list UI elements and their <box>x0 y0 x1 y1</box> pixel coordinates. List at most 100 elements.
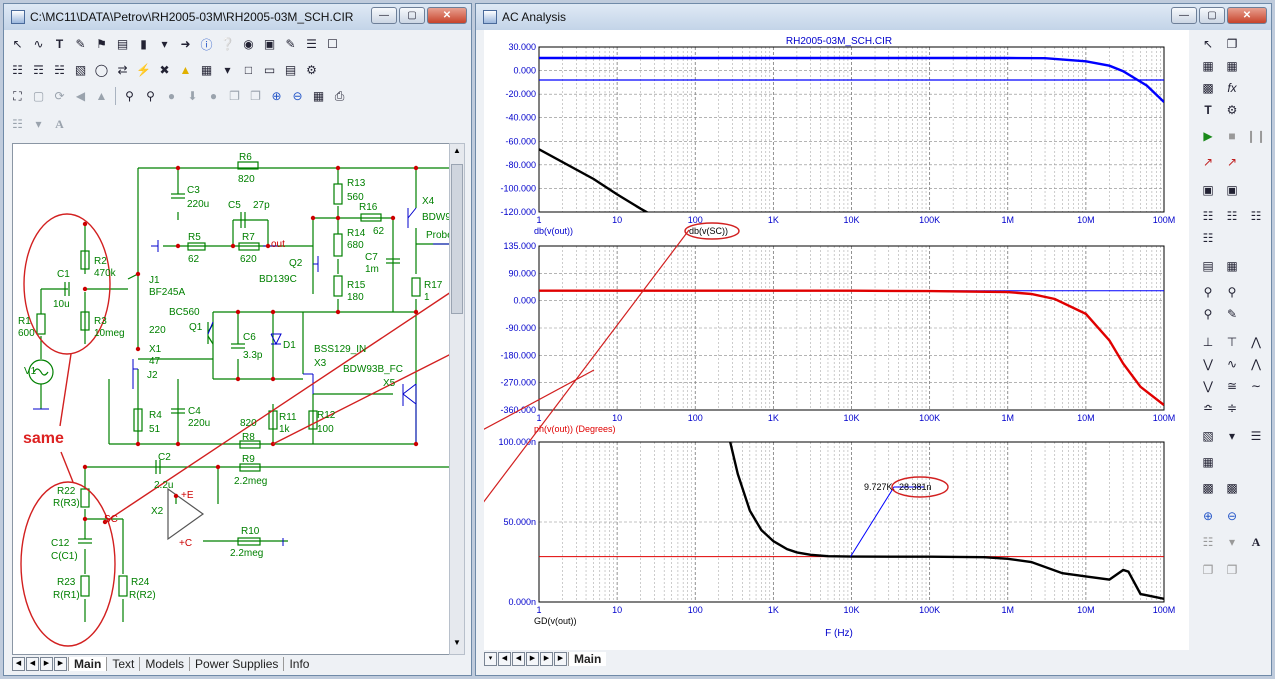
calendar-icon[interactable]: ▦ <box>1197 452 1219 472</box>
pause-icon[interactable]: ❙❙ <box>1245 126 1267 146</box>
slope-icon[interactable]: ≏ <box>1197 398 1219 418</box>
prev-page-icon[interactable]: ◀ <box>512 652 525 666</box>
box-2-icon[interactable]: ▣ <box>1221 180 1243 200</box>
component-icon[interactable]: ▮ <box>134 35 153 54</box>
fit-2-icon[interactable]: ▩ <box>1221 478 1243 498</box>
valley-icon[interactable]: ⊤ <box>1221 332 1243 352</box>
pen-icon[interactable]: ✎ <box>71 35 90 54</box>
select-arrow-icon[interactable]: ↖ <box>8 35 27 54</box>
properties-icon[interactable]: ⚙ <box>1221 100 1243 120</box>
bus-icon[interactable]: ▤ <box>113 35 132 54</box>
dropdown-icon[interactable]: ▾ <box>1221 426 1243 446</box>
graph-alt-icon[interactable]: ▦ <box>1221 56 1243 76</box>
tab-text[interactable]: Text <box>106 657 139 671</box>
zoom-3-icon[interactable]: ⚲ <box>1197 304 1219 324</box>
edit-icon[interactable]: ✎ <box>281 35 300 54</box>
tab-models[interactable]: Models <box>139 657 189 671</box>
close-button[interactable]: ✕ <box>427 7 467 24</box>
stop-icon[interactable]: ● <box>204 87 223 106</box>
scale-y-icon[interactable]: ▦ <box>1221 256 1243 276</box>
schematic-vertical-scrollbar[interactable]: ▲ ▼ <box>449 143 465 655</box>
window-icon[interactable]: ▤ <box>281 61 300 80</box>
analysis-vertical-scrollbar[interactable] <box>1255 620 1271 650</box>
minimize-button[interactable]: — <box>371 7 397 24</box>
zoom-in-icon[interactable]: ⊕ <box>267 87 286 106</box>
schematic-titlebar[interactable]: C:\MC11\DATA\Petrov\RH2005-03M\RH2005-03… <box>4 4 471 30</box>
rotate-icon[interactable]: ⟳ <box>50 87 69 106</box>
flag-icon[interactable]: ⚑ <box>92 35 111 54</box>
analysis-titlebar[interactable]: AC Analysis — ▢ ✕ <box>476 4 1271 30</box>
zoom-icon[interactable]: ⚲ <box>1197 282 1219 302</box>
prev-page-icon[interactable]: ◀ <box>26 657 39 671</box>
flip-x-icon[interactable]: ◀ <box>71 87 90 106</box>
find-next-icon[interactable]: ⚲ <box>141 87 160 106</box>
inflection-icon[interactable]: ∿ <box>1221 354 1243 374</box>
grid-icon[interactable]: ☷ <box>1197 206 1219 226</box>
cursor-icon[interactable]: ↗ <box>1197 152 1219 172</box>
paste-icon[interactable]: ❐ <box>246 87 265 106</box>
scroll-thumb[interactable] <box>451 164 463 314</box>
last-page-icon[interactable]: ▶ <box>540 652 553 666</box>
zoom-out-icon[interactable]: ⊖ <box>1221 506 1243 526</box>
box-icon[interactable]: ▢ <box>29 87 48 106</box>
grid-dots-icon[interactable]: ☷ <box>8 115 27 134</box>
bottom-icon[interactable]: ∼ <box>1245 376 1267 396</box>
fx-icon[interactable]: fx <box>1221 78 1243 98</box>
first-page-icon[interactable]: ◀ <box>12 657 25 671</box>
end-page-icon[interactable]: ▶ <box>554 652 567 666</box>
fit-icon[interactable]: ▩ <box>1197 478 1219 498</box>
down-icon[interactable]: ⬇ <box>183 87 202 106</box>
doc-icon[interactable]: ▭ <box>260 61 279 80</box>
settings-icon[interactable]: ⚙ <box>302 61 321 80</box>
grid-2-icon[interactable]: ☷ <box>1221 206 1243 226</box>
dropdown-2-icon[interactable]: ▾ <box>1221 532 1243 552</box>
next-page-icon[interactable]: ▶ <box>40 657 53 671</box>
font-icon[interactable]: A <box>1245 532 1267 552</box>
grid-4-icon[interactable]: ☷ <box>1197 228 1219 248</box>
last-page-icon[interactable]: ▶ <box>54 657 67 671</box>
paste-icon[interactable]: ❐ <box>1221 560 1243 580</box>
clipboard-icon[interactable]: ▧ <box>1197 426 1219 446</box>
global-low-icon[interactable]: ⋁ <box>1197 376 1219 396</box>
restore-button[interactable]: ▢ <box>1199 7 1225 24</box>
stop-icon[interactable]: ■ <box>1221 126 1243 146</box>
view-icon[interactable]: ◉ <box>239 35 258 54</box>
peak-icon[interactable]: ⊥ <box>1197 332 1219 352</box>
grid-3-icon[interactable]: ☷ <box>1245 206 1267 226</box>
box-icon[interactable]: ▣ <box>1197 180 1219 200</box>
tab-info[interactable]: Info <box>283 657 314 671</box>
copy-icon[interactable]: ❐ <box>225 87 244 106</box>
probe-icon[interactable]: ➜ <box>176 35 195 54</box>
scroll-up-icon[interactable]: ▲ <box>451 146 463 160</box>
zoom-2-icon[interactable]: ⚲ <box>1221 282 1243 302</box>
plot-area[interactable]: RH2005-03M_SCH.CIR 30.000 0.000 -20.000 -40… <box>463 30 1189 651</box>
flip-y-icon[interactable]: ▲ <box>92 87 111 106</box>
text-icon[interactable]: T <box>1197 100 1219 120</box>
select-icon[interactable]: ↖ <box>1197 34 1219 54</box>
node-numbers-icon[interactable]: ☶ <box>29 61 48 80</box>
list-icon[interactable]: ☰ <box>302 35 321 54</box>
run-icon[interactable]: ▶ <box>1197 126 1219 146</box>
list-icon[interactable]: ☰ <box>1245 426 1267 446</box>
copy-icon[interactable]: ❐ <box>1221 34 1243 54</box>
voltage-icon[interactable]: ◯ <box>92 61 111 80</box>
font-icon[interactable]: A <box>50 115 69 134</box>
cursor-2-icon[interactable]: ↗ <box>1221 152 1243 172</box>
pin-connections-icon[interactable]: ▧ <box>71 61 90 80</box>
tab-main[interactable]: Main <box>68 657 107 671</box>
scale-icon[interactable]: ▩ <box>1197 78 1219 98</box>
warning-icon[interactable]: ▲ <box>176 61 195 80</box>
tab-main[interactable]: Main <box>568 652 607 666</box>
scale-x-icon[interactable]: ▤ <box>1197 256 1219 276</box>
current-icon[interactable]: ⇄ <box>113 61 132 80</box>
zoom-in-icon[interactable]: ⊕ <box>1197 506 1219 526</box>
properties-icon[interactable]: ☐ <box>323 35 342 54</box>
dropdown-icon[interactable]: ▾ <box>155 35 174 54</box>
grid-toggle-icon[interactable]: ☷ <box>8 61 27 80</box>
scroll-down-icon[interactable]: ▼ <box>451 638 463 652</box>
info-icon[interactable]: ⓘ <box>197 35 216 54</box>
schematic-canvas[interactable]: R6 820 C3 220u C5 27p R5 62 R7 620 out R… <box>12 143 452 655</box>
grid-icon[interactable]: ▦ <box>197 61 216 80</box>
find-icon[interactable]: ⚲ <box>120 87 139 106</box>
help-icon[interactable]: ❔ <box>218 35 237 54</box>
